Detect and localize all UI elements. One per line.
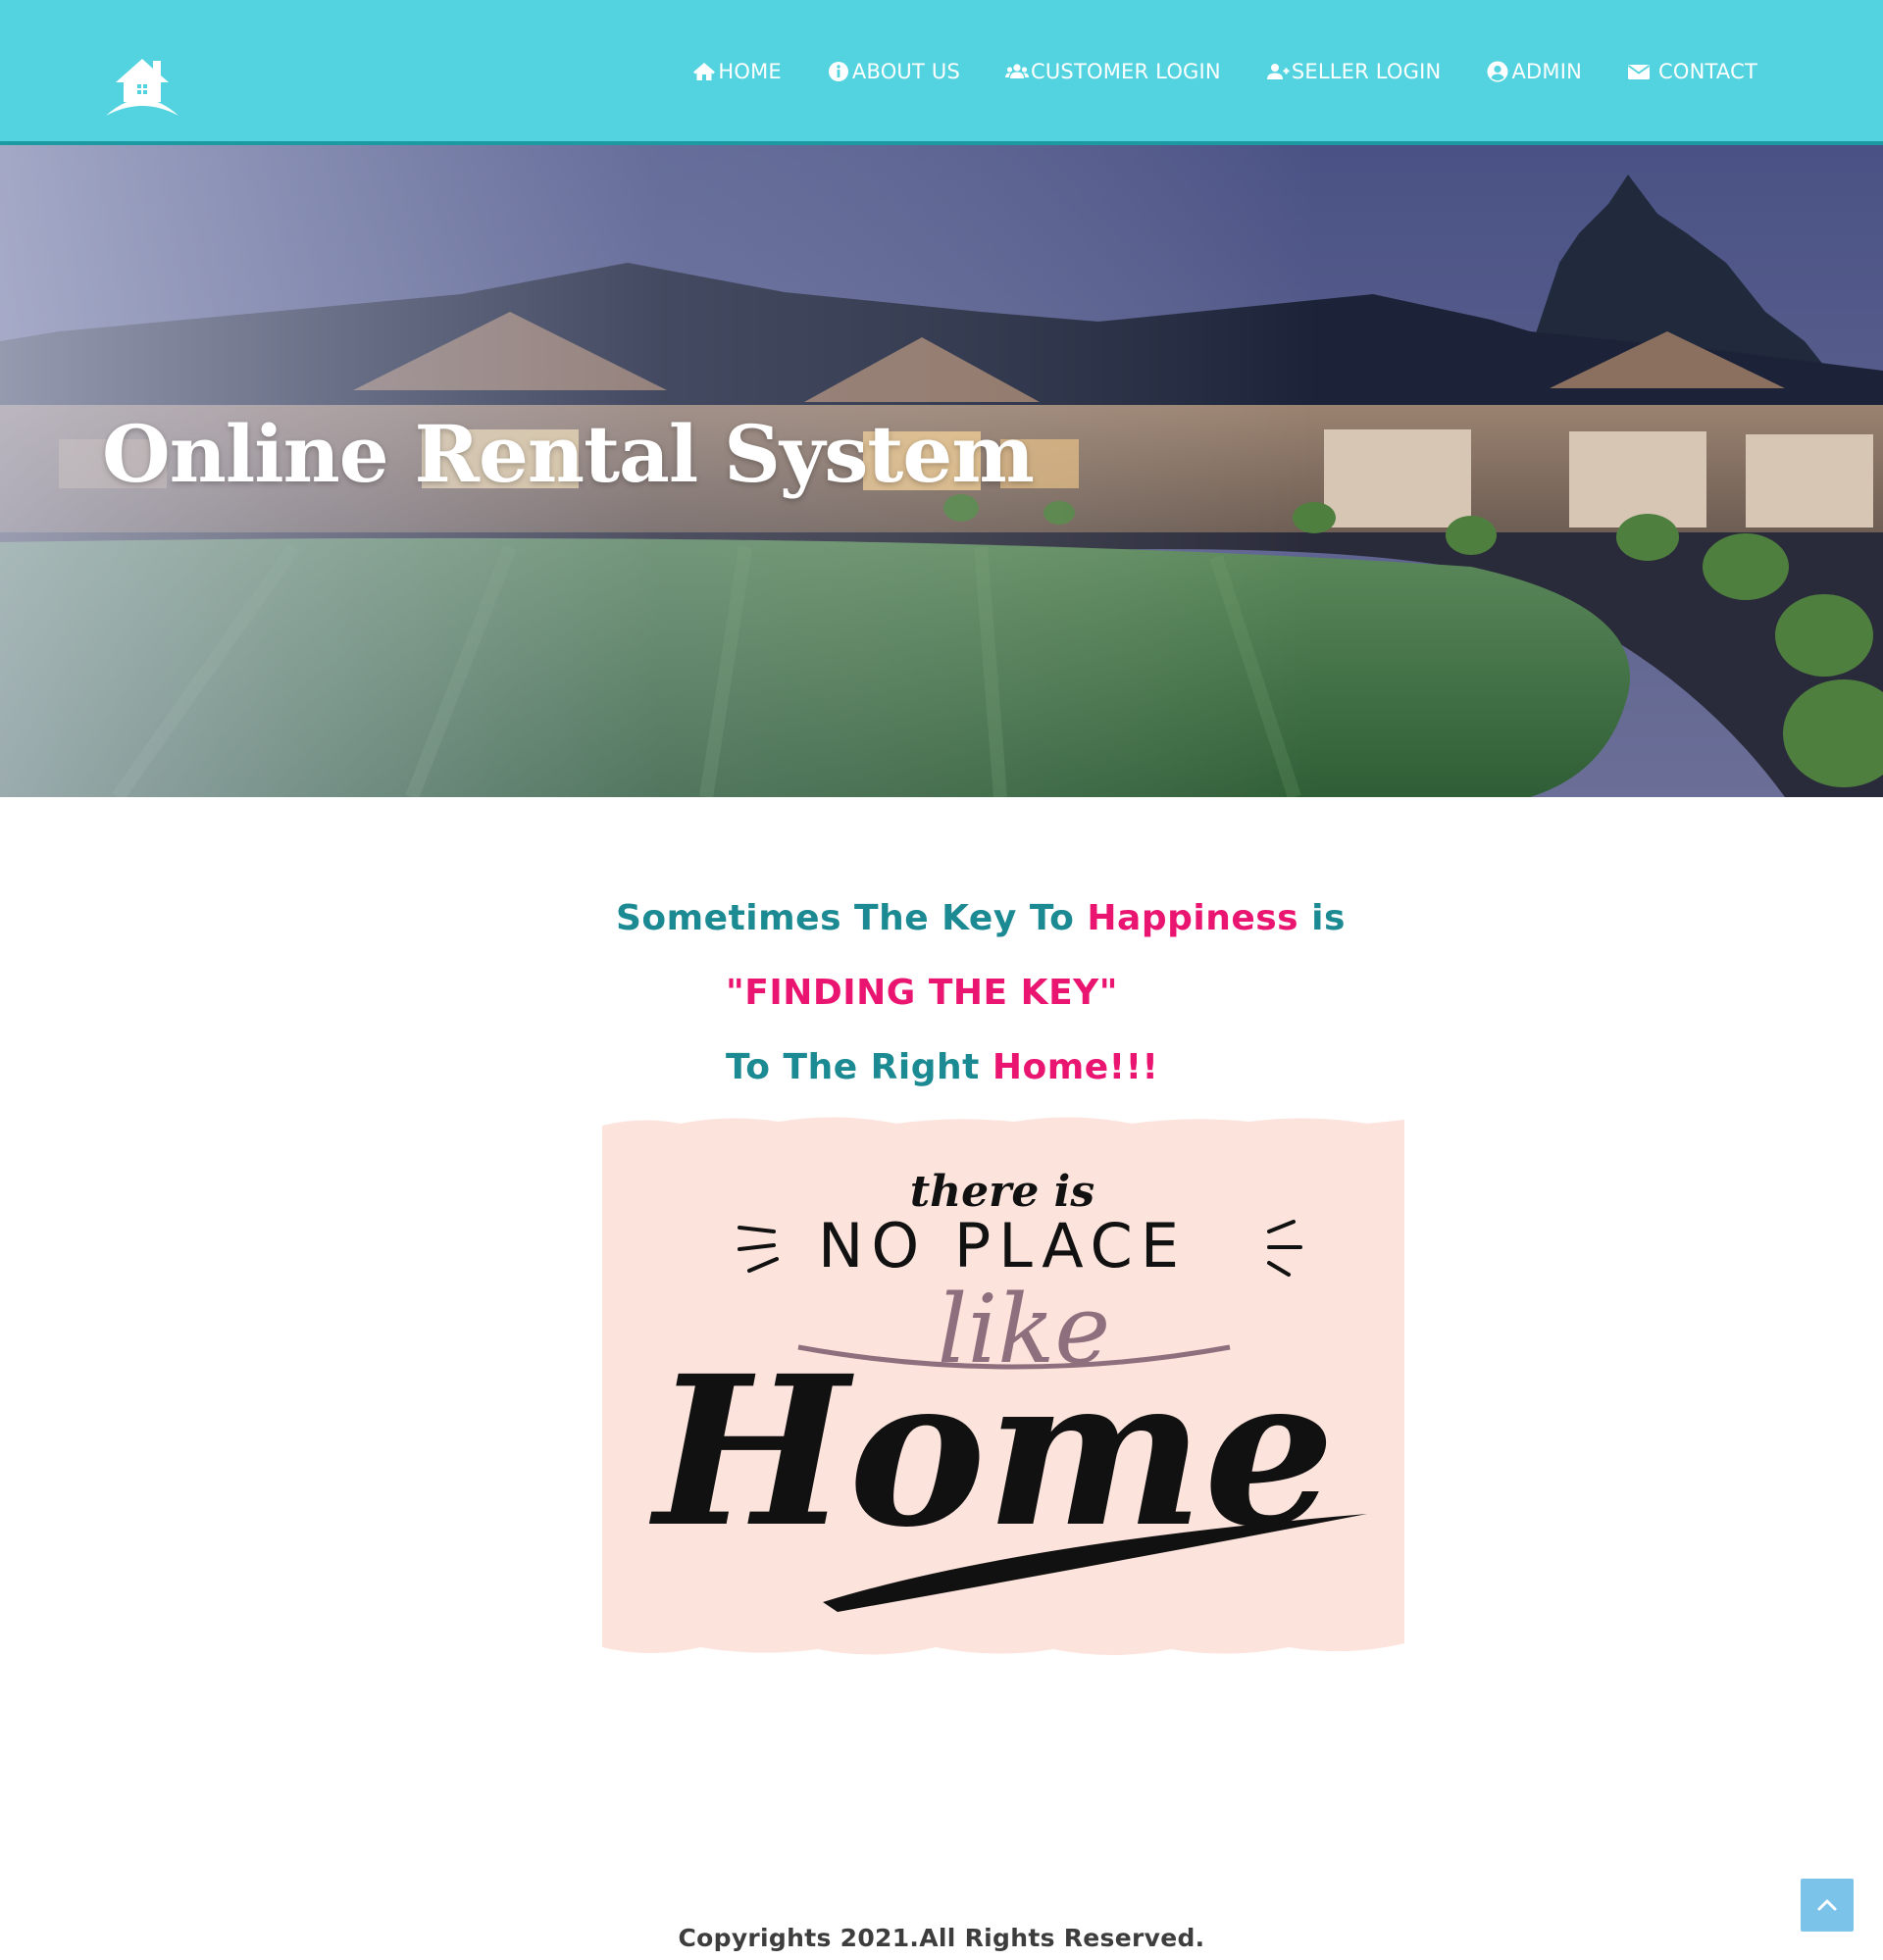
quote-line-1-start: Sometimes The Key To [616,898,1088,938]
nav-contact-label: CONTACT [1658,60,1757,83]
nav-seller-login[interactable]: SELLER LOGIN [1266,55,1442,88]
site-header: HOME ABOUT US CUSTOMER LOGIN SELLER LOGI… [0,0,1883,145]
user-plus-icon [1266,64,1290,79]
quote-line-3-highlight: Home!!! [992,1047,1159,1087]
main-nav: HOME ABOUT US CUSTOMER LOGIN SELLER LOGI… [692,55,1757,88]
home-icon [693,63,716,80]
envelope-icon [1627,65,1651,79]
nav-contact[interactable]: CONTACT [1627,55,1757,88]
nav-customer-login[interactable]: CUSTOMER LOGIN [1005,55,1221,88]
users-icon [1005,64,1029,78]
house-logo-icon[interactable] [102,53,182,122]
quote-line-3-start: To The Right [726,1047,992,1087]
quote-line-2: "FINDING THE KEY" [726,973,1118,1013]
nav-about-us[interactable]: ABOUT US [827,55,960,88]
quote-line-3: To The Right Home!!! [726,1041,1158,1094]
nav-admin[interactable]: ADMIN [1486,55,1582,88]
hero-title: Online Rental System [102,408,1035,500]
user-circle-icon [1487,61,1508,82]
scroll-to-top-button[interactable] [1801,1879,1854,1932]
nav-admin-label: ADMIN [1511,60,1582,83]
nav-customer-login-label: CUSTOMER LOGIN [1031,60,1221,83]
info-circle-icon [828,62,848,81]
nav-seller-login-label: SELLER LOGIN [1291,60,1442,83]
poster-no-place: NO PLACE [818,1210,1187,1282]
quote-line-1: Sometimes The Key To Happiness is [616,892,1346,945]
quote-line-1-highlight: Happiness [1087,898,1299,938]
nav-home-label: HOME [718,60,782,83]
nav-about-us-label: ABOUT US [851,60,960,83]
copyright-text: Copyrights 2021.All Rights Reserved. [678,1924,1205,1952]
nav-home[interactable]: HOME [692,55,782,88]
chevron-up-icon [1817,1899,1837,1911]
quote-line-1-end: is [1298,898,1346,938]
hero-banner: Online Rental System [0,145,1883,797]
no-place-like-home-image: there is NO PLACE like Home [602,1102,1404,1690]
